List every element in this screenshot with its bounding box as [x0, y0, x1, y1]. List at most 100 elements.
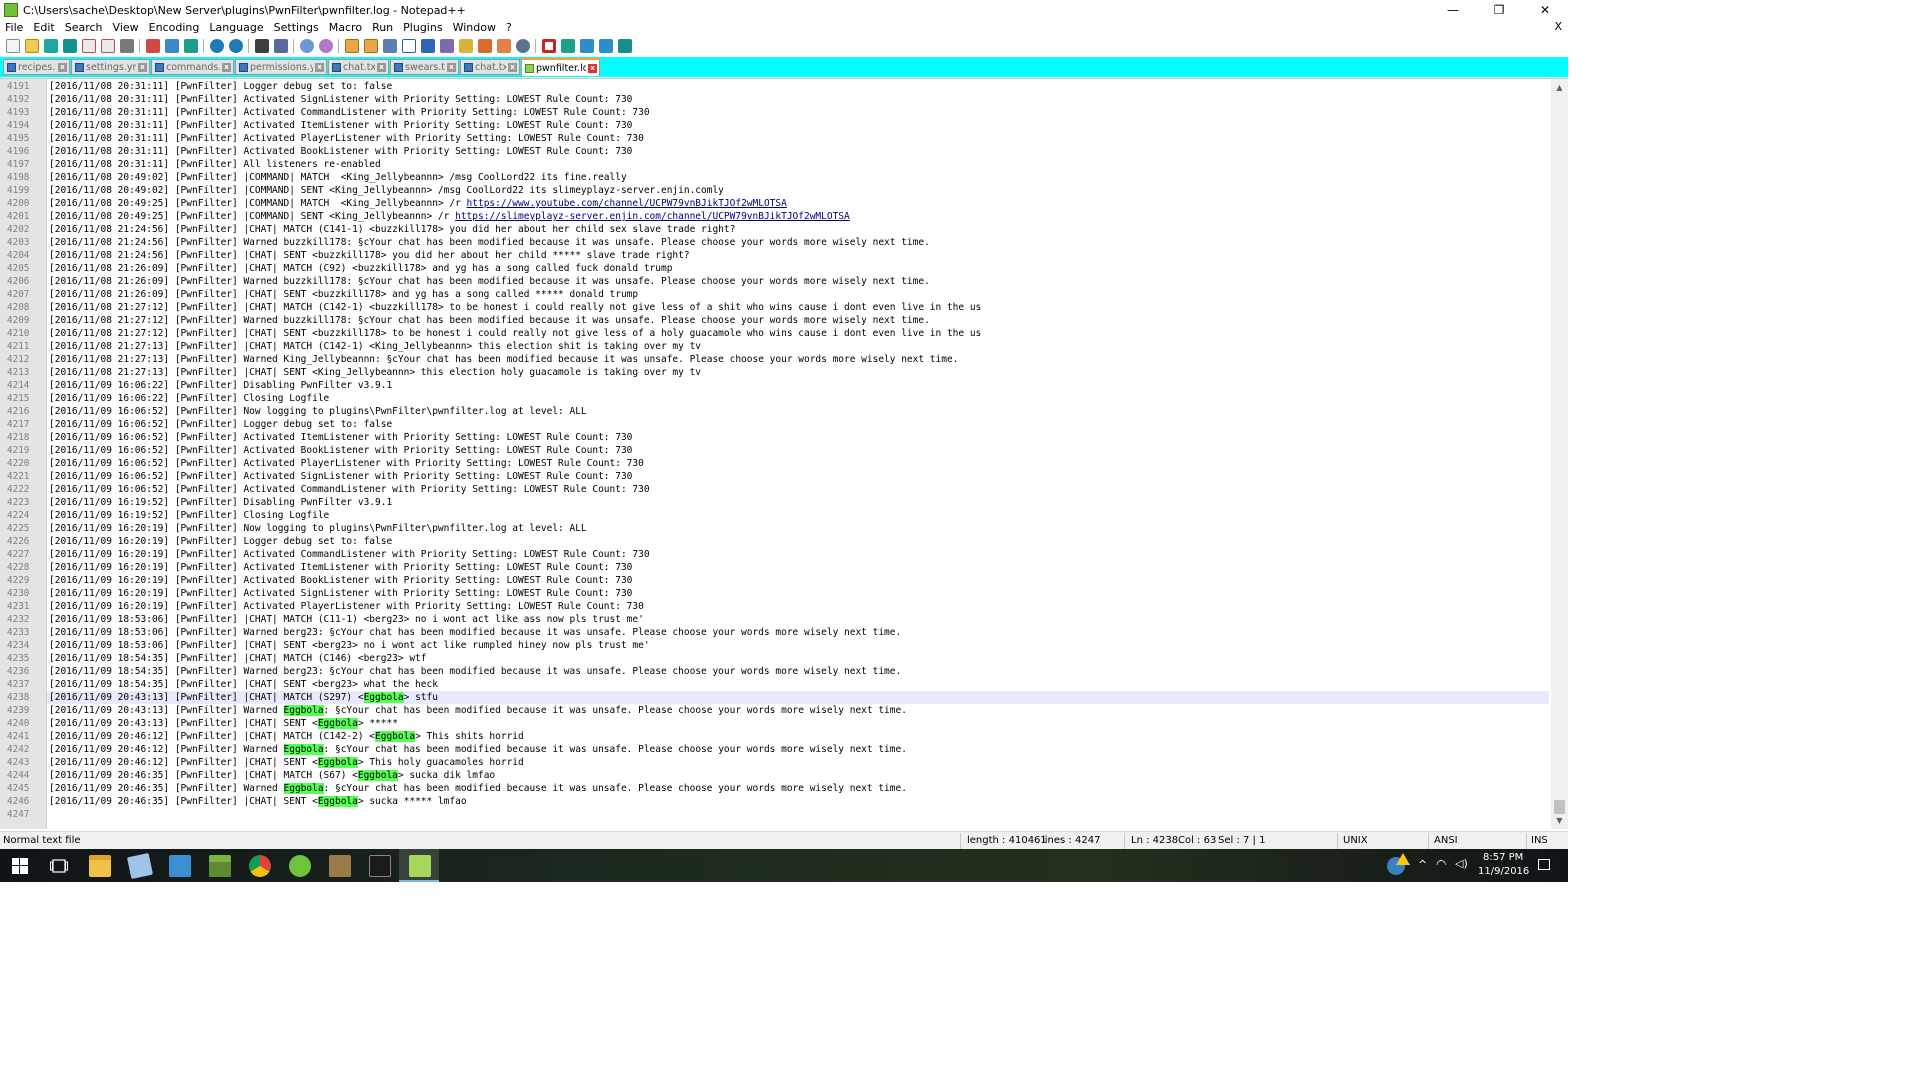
sync-vertical-icon[interactable] [344, 38, 359, 53]
replace-icon[interactable] [273, 38, 288, 53]
text-line[interactable]: [2016/11/08 20:31:11] [PwnFilter] Activa… [49, 106, 650, 119]
tab-commands[interactable]: commands.txt x [151, 59, 234, 75]
zoom-in-icon[interactable] [299, 38, 314, 53]
tab-close-icon[interactable]: x [508, 62, 517, 72]
menu-file[interactable]: File [0, 21, 28, 34]
text-line[interactable]: [2016/11/08 20:31:11] [PwnFilter] Activa… [49, 145, 632, 158]
zoom-out-icon[interactable] [318, 38, 333, 53]
monitoring-icon[interactable] [515, 38, 530, 53]
scroll-down-icon[interactable]: ▼ [1551, 812, 1568, 829]
text-line[interactable]: [2016/11/08 21:27:12] [PwnFilter] |CHAT|… [49, 327, 981, 340]
text-line[interactable]: [2016/11/09 16:20:19] [PwnFilter] Activa… [49, 574, 632, 587]
redo-icon[interactable] [228, 38, 243, 53]
taskbar-time[interactable]: 8:57 PM [1483, 852, 1523, 863]
text-line[interactable]: [2016/11/08 20:31:11] [PwnFilter] Activa… [49, 93, 632, 106]
text-line[interactable]: [2016/11/09 20:46:35] [PwnFilter] |CHAT|… [49, 769, 495, 782]
box-app-icon[interactable] [329, 855, 351, 877]
text-line[interactable]: [2016/11/09 18:53:06] [PwnFilter] |CHAT|… [49, 639, 650, 652]
text-line[interactable]: [2016/11/09 20:43:13] [PwnFilter] Warned… [49, 704, 907, 717]
text-line[interactable]: [2016/11/08 21:26:09] [PwnFilter] |CHAT|… [49, 288, 638, 301]
play-macro-icon[interactable] [579, 38, 594, 53]
current-line[interactable]: [2016/11/09 20:43:13] [PwnFilter] |CHAT|… [47, 691, 1549, 704]
text-line[interactable]: [2016/11/08 20:49:25] [PwnFilter] |COMMA… [49, 197, 787, 210]
text-line[interactable]: [2016/11/09 20:46:12] [PwnFilter] |CHAT|… [49, 756, 524, 769]
save-macro-icon[interactable] [617, 38, 632, 53]
menu-language[interactable]: Language [204, 21, 268, 34]
text-line[interactable]: [2016/11/09 16:06:52] [PwnFilter] Activa… [49, 444, 632, 457]
network-icon[interactable]: ◠ [1436, 857, 1446, 871]
tab-swears[interactable]: swears.txt x [390, 59, 459, 75]
text-line[interactable]: [2016/11/08 20:49:02] [PwnFilter] |COMMA… [49, 184, 724, 197]
text-line[interactable]: [2016/11/09 18:53:06] [PwnFilter] Warned… [49, 626, 901, 639]
function-list-icon[interactable] [477, 38, 492, 53]
text-line[interactable]: [2016/11/08 21:24:56] [PwnFilter] |CHAT|… [49, 223, 735, 236]
paste-icon[interactable] [183, 38, 198, 53]
task-view-icon[interactable] [50, 858, 68, 874]
vertical-scrollbar[interactable]: ▲ ▼ [1551, 79, 1568, 829]
tab-close-icon[interactable]: x [58, 62, 67, 72]
tab-close-icon[interactable]: x [222, 62, 231, 72]
close-file-icon[interactable] [81, 38, 96, 53]
notepad-icon[interactable] [126, 852, 154, 880]
tab-chat[interactable]: chat.txt x [328, 59, 389, 75]
indent-guide-icon[interactable] [420, 38, 435, 53]
minecraft-icon[interactable] [209, 855, 231, 877]
volume-icon[interactable]: ◁) [1455, 857, 1468, 870]
text-line[interactable]: [2016/11/08 21:24:56] [PwnFilter] Warned… [49, 236, 930, 249]
tab-settings[interactable]: settings.yml x [71, 59, 150, 75]
editor-area[interactable]: 4191 4192 4193 4194 4195 4196 4197 4198 4199 4200… [0, 78, 1568, 829]
chrome-icon[interactable] [249, 855, 271, 877]
url-link[interactable]: https://www.youtube.com/channel/UCPW79vn… [467, 198, 787, 209]
menu-view[interactable]: View [108, 21, 144, 34]
scroll-up-icon[interactable]: ▲ [1551, 79, 1568, 96]
folder-workspace-icon[interactable] [496, 38, 511, 53]
cut-icon[interactable] [145, 38, 160, 53]
text-line[interactable]: [2016/11/09 16:06:52] [PwnFilter] Activa… [49, 470, 632, 483]
tab-permissions[interactable]: permissions.yml x [235, 59, 327, 75]
tab-close-icon[interactable]: x [588, 63, 597, 73]
text-line[interactable]: [2016/11/08 21:27:13] [PwnFilter] Warned… [49, 353, 958, 366]
menu-plugins[interactable]: Plugins [398, 21, 447, 34]
record-macro-icon[interactable] [541, 38, 556, 53]
text-line[interactable]: [2016/11/08 20:49:02] [PwnFilter] |COMMA… [49, 171, 627, 184]
tab-chat-2[interactable]: chat.txt x [460, 59, 520, 75]
text-line[interactable]: [2016/11/09 16:20:19] [PwnFilter] Activa… [49, 561, 632, 574]
text-line[interactable]: [2016/11/08 21:26:09] [PwnFilter] Warned… [49, 275, 930, 288]
warning-icon[interactable] [1396, 853, 1410, 865]
text-line[interactable]: [2016/11/08 20:31:11] [PwnFilter] Activa… [49, 119, 632, 132]
text-line[interactable]: [2016/11/09 20:46:35] [PwnFilter] Warned… [49, 782, 907, 795]
text-line[interactable]: [2016/11/09 16:20:19] [PwnFilter] Activa… [49, 600, 644, 613]
sync-horizontal-icon[interactable] [363, 38, 378, 53]
windows-start-icon[interactable] [12, 858, 28, 874]
doc-map-icon[interactable] [458, 38, 473, 53]
find-icon[interactable] [254, 38, 269, 53]
text-line[interactable]: [2016/11/08 21:26:09] [PwnFilter] |CHAT|… [49, 262, 672, 275]
notifications-icon[interactable] [1538, 859, 1550, 870]
cleaner-app-icon[interactable] [289, 855, 311, 877]
text-line[interactable]: [2016/11/08 20:49:25] [PwnFilter] |COMMA… [49, 210, 850, 223]
stop-macro-icon[interactable] [560, 38, 575, 53]
text-line[interactable]: [2016/11/08 21:27:13] [PwnFilter] |CHAT|… [49, 366, 701, 379]
menu-window[interactable]: Window [448, 21, 501, 34]
tab-close-icon[interactable]: x [447, 62, 456, 72]
udl-icon[interactable] [439, 38, 454, 53]
show-all-chars-icon[interactable] [401, 38, 416, 53]
text-line[interactable]: [2016/11/09 18:54:35] [PwnFilter] |CHAT|… [49, 678, 438, 691]
text-line[interactable]: [2016/11/08 21:27:12] [PwnFilter] Warned… [49, 314, 930, 327]
new-file-icon[interactable] [5, 38, 20, 53]
tab-close-icon[interactable]: x [138, 62, 147, 72]
text-line[interactable]: [2016/11/09 18:54:35] [PwnFilter] |CHAT|… [49, 652, 427, 665]
save-all-icon[interactable] [62, 38, 77, 53]
text-line[interactable]: [2016/11/08 20:31:11] [PwnFilter] Logger… [49, 80, 392, 93]
menu-settings[interactable]: Settings [269, 21, 324, 34]
text-line[interactable]: [2016/11/09 20:46:12] [PwnFilter] Warned… [49, 743, 907, 756]
text-line[interactable]: [2016/11/09 16:06:52] [PwnFilter] Activa… [49, 457, 644, 470]
text-line[interactable]: [2016/11/09 18:53:06] [PwnFilter] |CHAT|… [49, 613, 644, 626]
maximize-button[interactable]: ❐ [1476, 0, 1522, 20]
tab-recipes[interactable]: recipes.txt x [3, 59, 70, 75]
minimize-button[interactable]: — [1430, 0, 1476, 20]
text-line[interactable]: [2016/11/09 18:54:35] [PwnFilter] Warned… [49, 665, 901, 678]
print-icon[interactable] [119, 38, 134, 53]
text-line[interactable]: [2016/11/09 16:06:52] [PwnFilter] Now lo… [49, 405, 587, 418]
tray-expand-icon[interactable]: ^ [1418, 858, 1427, 871]
